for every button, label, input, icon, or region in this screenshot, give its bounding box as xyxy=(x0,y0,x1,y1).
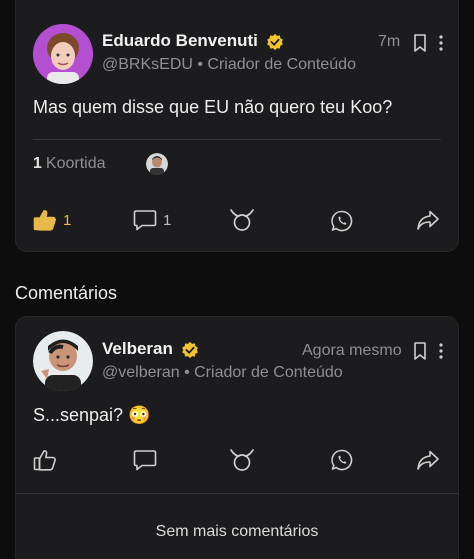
chat-bubble-icon xyxy=(133,210,157,231)
more-vertical-icon[interactable] xyxy=(438,34,444,52)
no-more-comments: Sem mais comentários xyxy=(155,523,319,540)
author-handle-line: @velberan • Criador de Conteúdo xyxy=(102,364,343,382)
comments-section-title: Comentários xyxy=(15,283,118,303)
author-handle-line: @BRKsEDU • Criador de Conteúdo xyxy=(102,56,356,74)
chat-bubble-icon[interactable] xyxy=(133,449,157,471)
post-time: 7m xyxy=(378,33,401,50)
author-handle[interactable]: @BRKsEDU xyxy=(102,56,193,73)
rekoo-user-avatar[interactable] xyxy=(146,153,168,175)
more-vertical-icon[interactable] xyxy=(438,342,444,360)
avatar[interactable] xyxy=(33,331,93,391)
author-name[interactable]: Eduardo Benvenuti xyxy=(102,31,258,51)
whatsapp-icon[interactable] xyxy=(330,209,354,233)
separator-dot: • xyxy=(197,56,208,73)
author-name[interactable]: Velberan xyxy=(102,339,173,359)
avatar-portrait-icon xyxy=(33,24,93,84)
rekoo-summary[interactable]: 1 Koortida xyxy=(33,155,106,173)
rekoo-icon[interactable] xyxy=(229,448,255,472)
bookmark-icon[interactable] xyxy=(413,34,427,52)
like-button[interactable]: 1 xyxy=(33,209,71,231)
comment-card[interactable]: Velberan @velberan • Criador de Conteúdo… xyxy=(15,316,459,559)
verified-badge-icon xyxy=(182,341,198,359)
comment-button[interactable]: 1 xyxy=(133,209,171,231)
comment-text: S...senpai? 😳 xyxy=(33,405,151,425)
avatar-portrait-icon xyxy=(146,153,168,175)
rekoo-label: Koortida xyxy=(45,155,106,172)
divider xyxy=(33,139,441,140)
author-role: Criador de Conteúdo xyxy=(207,56,356,73)
comment-time: Agora mesmo xyxy=(302,342,402,359)
like-count: 1 xyxy=(63,211,72,229)
author-role: Criador de Conteúdo xyxy=(194,364,343,381)
post-text: Mas quem disse que EU não quero teu Koo? xyxy=(33,97,393,117)
avatar[interactable] xyxy=(33,24,93,84)
thumbs-up-icon xyxy=(33,210,56,231)
author-handle[interactable]: @velberan xyxy=(102,364,180,381)
divider xyxy=(16,493,458,494)
verified-badge-icon xyxy=(267,33,283,51)
avatar-portrait-icon xyxy=(33,331,93,391)
separator-dot: • xyxy=(184,364,195,381)
rekoo-count: 1 xyxy=(33,155,42,172)
comment-count: 1 xyxy=(163,211,172,229)
divider xyxy=(33,185,441,186)
bookmark-icon[interactable] xyxy=(413,342,427,360)
thumbs-up-icon[interactable] xyxy=(33,449,57,471)
share-arrow-icon[interactable] xyxy=(416,449,440,471)
whatsapp-icon[interactable] xyxy=(330,448,354,472)
post-card[interactable]: Eduardo Benvenuti @BRKsEDU • Criador de … xyxy=(15,0,459,252)
share-arrow-icon[interactable] xyxy=(416,209,440,231)
rekoo-icon[interactable] xyxy=(229,208,255,232)
